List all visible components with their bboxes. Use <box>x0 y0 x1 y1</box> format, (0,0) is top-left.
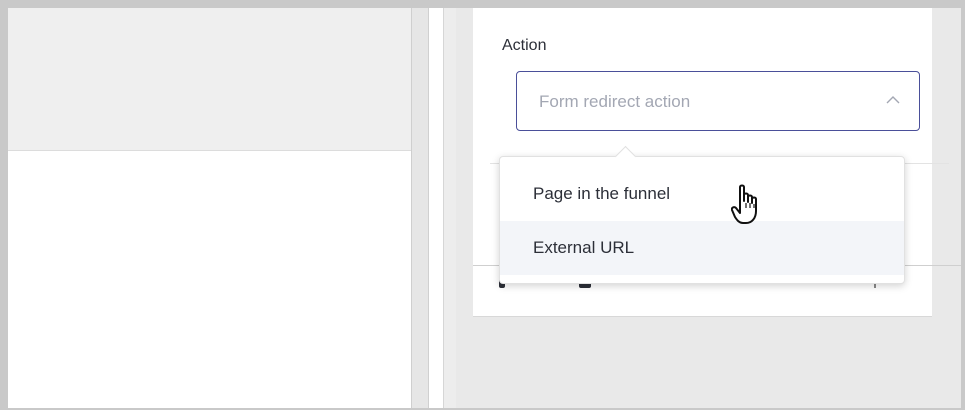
action-select-placeholder: Form redirect action <box>539 92 691 111</box>
window-frame-left <box>0 0 8 410</box>
chevron-up-icon <box>886 96 900 104</box>
action-select[interactable]: Form redirect action <box>516 71 920 131</box>
menu-item-page-in-funnel[interactable]: Page in the funnel <box>500 167 904 221</box>
window-frame-right <box>961 0 965 410</box>
page-canvas-preview[interactable] <box>8 8 412 408</box>
action-dropdown-menu: Page in the funnel External URL <box>499 145 905 284</box>
canvas-section-block[interactable] <box>8 8 411 151</box>
panel-divider <box>443 8 456 408</box>
menu-item-external-url[interactable]: External URL <box>500 221 904 275</box>
action-field-label: Action <box>502 37 547 54</box>
hand-pointer-icon <box>731 184 757 224</box>
window-frame-top <box>0 0 965 8</box>
panel-splitter[interactable] <box>412 8 429 408</box>
